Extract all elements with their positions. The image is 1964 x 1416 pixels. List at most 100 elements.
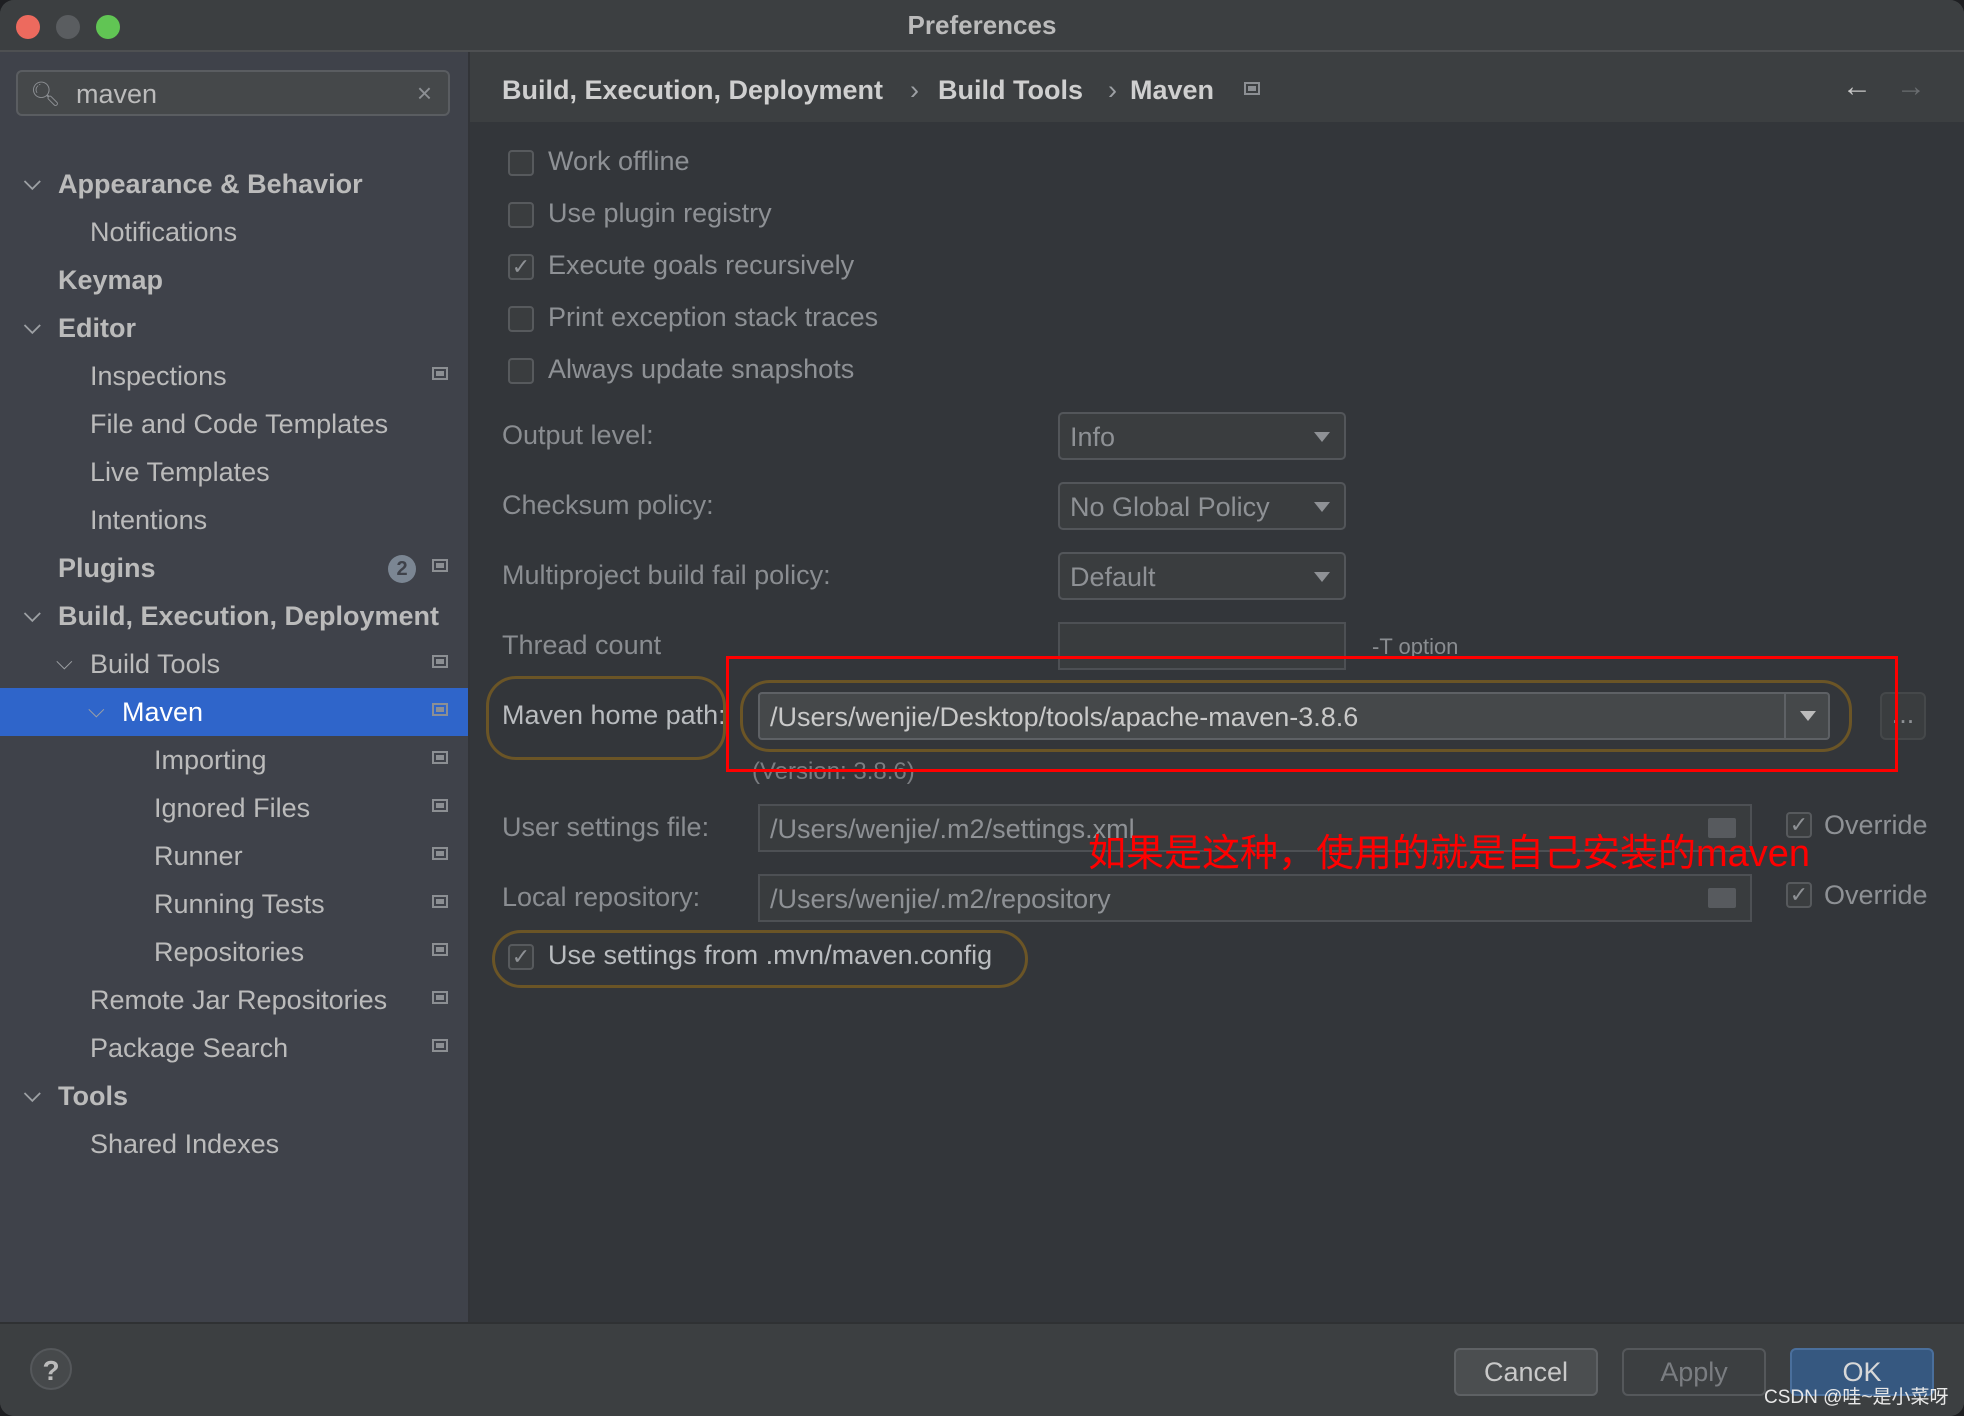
plugin-updates-badge: 2	[388, 555, 416, 583]
chevron-down-icon[interactable]: ⌵	[24, 1070, 41, 1118]
breadcrumb: Build, Execution, Deployment › Build Too…	[470, 52, 1964, 122]
dialog-footer: ? Cancel Apply OK	[0, 1322, 1964, 1416]
close-icon[interactable]: ×	[417, 78, 432, 109]
sidebar-item-label: Repositories	[154, 937, 305, 967]
local-repository-override-checkbox[interactable]: ✓	[1786, 882, 1812, 908]
user-settings-label: User settings file:	[502, 812, 710, 842]
project-scope-icon	[432, 991, 448, 1004]
user-settings-value: /Users/wenjie/.m2/settings.xml	[770, 814, 1135, 844]
option-checkbox[interactable]	[508, 150, 534, 176]
sidebar-item[interactable]: Ignored Files	[0, 784, 468, 832]
breadcrumb-separator: ›	[910, 75, 919, 105]
cancel-button[interactable]: Cancel	[1454, 1348, 1598, 1396]
sidebar-item-label: Running Tests	[154, 889, 325, 919]
sidebar-item-label: Remote Jar Repositories	[90, 985, 388, 1015]
chevron-down-icon[interactable]: ⌵	[24, 158, 41, 206]
chevron-down-icon	[1314, 572, 1330, 582]
sidebar-item-label: Live Templates	[90, 457, 270, 487]
sidebar-item[interactable]: ⌵ Editor	[0, 304, 468, 352]
chevron-down-icon[interactable]: ⌵	[88, 686, 105, 734]
search-value[interactable]: maven	[76, 79, 157, 110]
project-scope-icon	[432, 1039, 448, 1052]
sidebar-item[interactable]: Repositories	[0, 928, 468, 976]
folder-icon[interactable]	[1708, 888, 1736, 908]
arrow-left-icon[interactable]: ←	[1842, 70, 1872, 104]
sidebar-item[interactable]: Running Tests	[0, 880, 468, 928]
option-checkbox[interactable]: ✓	[508, 254, 534, 280]
maven-settings-panel: Build, Execution, Deployment › Build Too…	[470, 52, 1964, 1322]
output-level-select[interactable]: Info	[1058, 412, 1346, 460]
checksum-policy-select[interactable]: No Global Policy	[1058, 482, 1346, 530]
sidebar-item-label: File and Code Templates	[90, 409, 389, 439]
project-scope-icon	[1244, 82, 1260, 95]
multiproject-fail-policy-label: Multiproject build fail policy:	[502, 560, 831, 590]
preferences-window: Preferences 🔍︎ maven × ⌵ Appearance & Beh…	[0, 0, 1964, 1416]
annotation-text: 如果是这种，使用的就是自己安装的maven	[1088, 833, 1811, 875]
highlight-maven-home-label	[486, 676, 726, 760]
checksum-policy-label: Checksum policy:	[502, 490, 714, 520]
sidebar-item[interactable]: Importing	[0, 736, 468, 784]
settings-search-input[interactable]: 🔍︎ maven ×	[16, 70, 450, 116]
chevron-down-icon[interactable]: ⌵	[24, 302, 41, 350]
sidebar-item[interactable]: Plugins 2	[0, 544, 468, 592]
sidebar-item[interactable]: Runner	[0, 832, 468, 880]
breadcrumb-item[interactable]: Build, Execution, Deployment	[502, 75, 883, 106]
multiproject-fail-policy-select[interactable]: Default	[1058, 552, 1346, 600]
highlight-use-mvn-config	[492, 930, 1028, 988]
project-scope-icon	[432, 703, 448, 716]
project-scope-icon	[432, 559, 448, 572]
sidebar-item[interactable]: Intentions	[0, 496, 468, 544]
apply-button[interactable]: Apply	[1622, 1348, 1766, 1396]
chevron-down-icon[interactable]: ⌵	[56, 638, 73, 686]
chevron-down-icon	[1314, 432, 1330, 442]
thread-count-label: Thread count	[502, 630, 662, 660]
sidebar-item[interactable]: ⌵ Build Tools	[0, 640, 468, 688]
sidebar-item[interactable]: Remote Jar Repositories	[0, 976, 468, 1024]
option-checkbox[interactable]	[508, 306, 534, 332]
project-scope-icon	[432, 943, 448, 956]
sidebar-item-label: Build, Execution, Deployment	[58, 601, 440, 631]
title-bar: Preferences	[0, 0, 1964, 52]
output-level-label: Output level:	[502, 420, 654, 450]
sidebar-item-label: Intentions	[90, 505, 208, 535]
sidebar-item[interactable]: ⌵ Appearance & Behavior	[0, 160, 468, 208]
chevron-down-icon[interactable]: ⌵	[24, 590, 41, 638]
project-scope-icon	[432, 367, 448, 380]
arrow-right-icon[interactable]: →	[1896, 70, 1926, 104]
sidebar-item-label: Package Search	[90, 1033, 289, 1063]
watermark: CSDN @哇~是小菜呀	[1764, 1387, 1949, 1408]
breadcrumb-separator: ›	[1108, 75, 1117, 105]
option-checkbox-label: Use plugin registry	[548, 198, 772, 228]
sidebar-item[interactable]: Inspections	[0, 352, 468, 400]
help-button[interactable]: ?	[30, 1348, 72, 1390]
sidebar-item[interactable]: Notifications	[0, 208, 468, 256]
sidebar-item-label: Inspections	[90, 361, 227, 391]
sidebar-item[interactable]: Package Search	[0, 1024, 468, 1072]
project-scope-icon	[432, 799, 448, 812]
sidebar-item[interactable]: ⌵ Tools	[0, 1072, 468, 1120]
project-scope-icon	[432, 751, 448, 764]
annotation-red-box	[726, 656, 1898, 772]
sidebar-item-label: Plugins	[58, 553, 156, 583]
sidebar-item[interactable]: ⌵ Maven	[0, 688, 468, 736]
sidebar-item[interactable]: File and Code Templates	[0, 400, 468, 448]
project-scope-icon	[432, 895, 448, 908]
sidebar-item-label: Maven	[122, 697, 204, 727]
sidebar-item-label: Appearance & Behavior	[58, 169, 363, 199]
project-scope-icon	[432, 847, 448, 860]
local-repository-input[interactable]: /Users/wenjie/.m2/repository	[758, 874, 1752, 922]
output-level-value: Info	[1070, 422, 1116, 452]
sidebar-item-label: Ignored Files	[154, 793, 311, 823]
option-checkbox[interactable]	[508, 358, 534, 384]
multiproject-fail-policy-value: Default	[1070, 562, 1156, 592]
sidebar-item[interactable]: Live Templates	[0, 448, 468, 496]
sidebar-item[interactable]: Shared Indexes	[0, 1120, 468, 1168]
sidebar-item-label: Keymap	[58, 265, 164, 295]
checksum-policy-value: No Global Policy	[1070, 492, 1270, 522]
sidebar-item-label: Notifications	[90, 217, 238, 247]
sidebar-item[interactable]: ⌵ Build, Execution, Deployment	[0, 592, 468, 640]
breadcrumb-item[interactable]: Build Tools	[938, 75, 1083, 106]
option-checkbox[interactable]	[508, 202, 534, 228]
sidebar-item-label: Runner	[154, 841, 243, 871]
sidebar-item[interactable]: Keymap	[0, 256, 468, 304]
